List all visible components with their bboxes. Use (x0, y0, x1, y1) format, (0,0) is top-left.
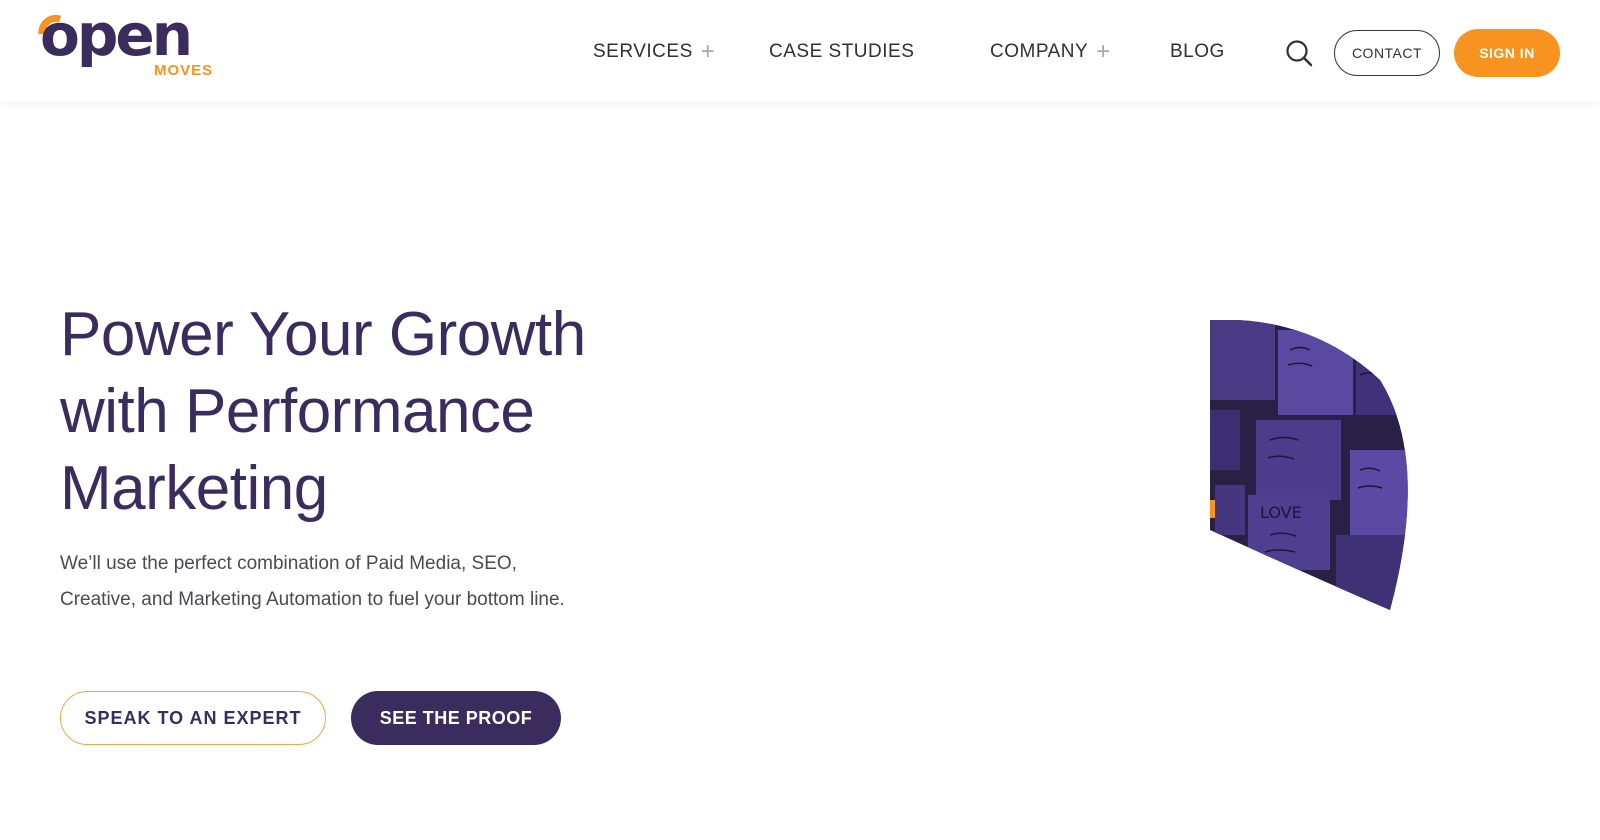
hero-title-line: Power Your Growth (60, 300, 586, 369)
nav-item-label: COMPANY (990, 41, 1089, 62)
hero-subtitle-line: We’ll use the perfect combination of Pai… (60, 553, 517, 574)
hero-subtitle-line: Creative, and Marketing Automation to fu… (60, 589, 565, 610)
hero-title-line: Marketing (60, 454, 328, 523)
speak-to-expert-button[interactable]: SPEAK TO AN EXPERT (60, 691, 326, 745)
see-the-proof-button[interactable]: SEE THE PROOF (351, 691, 561, 745)
contact-button[interactable]: CONTACT (1334, 30, 1440, 76)
site-header: open MOVES SERVICES + CASE STUDIES COMPA… (0, 0, 1600, 102)
nav-item-case-studies[interactable]: CASE STUDIES (769, 40, 914, 64)
hero-title: Power Your Growth with Performance Marke… (60, 296, 760, 527)
nav-item-label: SERVICES (593, 41, 693, 62)
nav-item-company[interactable]: COMPANY + (990, 40, 1111, 64)
logo-wordmark: open (40, 1, 193, 69)
search-icon[interactable] (1284, 38, 1314, 68)
sign-in-button[interactable]: SIGN IN (1454, 29, 1560, 77)
hero-title-line: with Performance (60, 377, 535, 446)
sticky-note-text: LOVE (1260, 503, 1302, 522)
nav-item-label: BLOG (1170, 41, 1225, 62)
plus-icon: + (700, 38, 716, 65)
plus-icon: + (1096, 38, 1111, 65)
nav-item-label: CASE STUDIES (769, 41, 915, 62)
logo-subtext: MOVES (154, 62, 214, 79)
nav-item-services[interactable]: SERVICES + (593, 40, 715, 64)
hero-sticky-notes-image: LOVE (1210, 320, 1408, 610)
hero-subtitle: We’ll use the perfect combination of Pai… (60, 546, 660, 618)
open-moves-logo[interactable]: open MOVES (38, 6, 240, 82)
nav-item-blog[interactable]: BLOG (1170, 40, 1225, 64)
